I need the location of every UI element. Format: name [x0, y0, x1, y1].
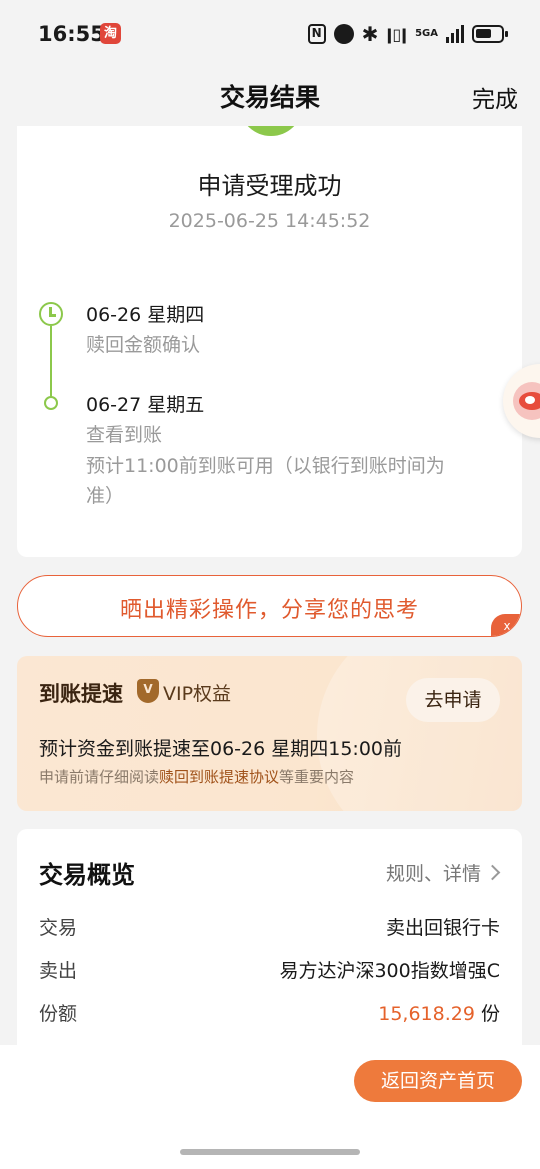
status-bar: 16:55 淘 N ✱ ǀ▯ǀ 5GA: [0, 0, 540, 68]
vibrate-icon: ǀ▯ǀ: [386, 24, 408, 44]
timeline-date-2: 06-27 星期五: [86, 394, 205, 416]
share-banner[interactable]: 晒出精彩操作，分享您的思考 x: [17, 575, 522, 637]
home-gesture-bar[interactable]: [180, 1149, 360, 1155]
row-key: 交易: [39, 917, 78, 939]
result-title: 申请受理成功: [197, 172, 342, 200]
overview-row: 交易 卖出回银行卡: [39, 913, 500, 941]
success-icon: [239, 126, 303, 136]
battery-icon: [472, 25, 508, 43]
status-icons: N ✱ ǀ▯ǀ 5GA: [307, 22, 508, 46]
timeline-label-1: 赎回金额确认: [86, 334, 201, 356]
done-button[interactable]: 完成: [472, 80, 518, 114]
chevron-right-icon: [484, 864, 501, 881]
bottom-bar: 返回资产首页: [0, 1045, 540, 1169]
network-type-label: 5GA: [415, 28, 438, 39]
timeline-date-1: 06-26 星期四: [86, 304, 205, 326]
vip-note-suffix: 等重要内容: [279, 768, 355, 786]
vip-note: 申请前请仔细阅读赎回到账提速协议等重要内容: [39, 766, 354, 787]
nfc-icon: N: [307, 24, 326, 44]
share-amount-number: 15,618.29: [378, 1003, 475, 1025]
page-title: 交易结果: [219, 83, 320, 112]
agreement-link[interactable]: 赎回到账提速协议: [159, 768, 279, 786]
rules-details-label: 规则、详情: [385, 863, 481, 885]
alarm-icon: [333, 24, 354, 44]
share-amount: 15,618.29 份: [378, 999, 500, 1026]
rules-details-link[interactable]: 规则、详情: [385, 859, 501, 886]
clock-icon: [39, 302, 63, 326]
overview-row: 卖出 易方达沪深300指数增强C: [39, 956, 500, 984]
timeline-dot: [44, 396, 58, 410]
close-icon[interactable]: x: [491, 614, 521, 636]
overview-title: 交易概览: [39, 861, 135, 889]
result-timestamp: 2025-06-25 14:45:52: [168, 210, 371, 232]
overview-row: 份额 15,618.29 份: [39, 999, 500, 1027]
fund-name: 易方达沪深300指数增强C: [279, 960, 500, 982]
return-home-button[interactable]: 返回资产首页: [354, 1060, 522, 1102]
share-banner-text: 晒出精彩操作，分享您的思考: [119, 598, 419, 623]
row-key: 卖出: [39, 960, 78, 982]
vip-shield-icon: [137, 679, 159, 703]
timeline-label-2: 查看到账: [86, 424, 163, 446]
weibo-icon: [513, 382, 540, 420]
status-time: 16:55: [38, 22, 105, 46]
timeline-note: 预计11:00前到账可用（以银行到账时间为准）: [86, 455, 445, 507]
overview-card: 交易概览 规则、详情 交易 卖出回银行卡 卖出 易方达沪深300指数增强C 份额…: [17, 829, 522, 1069]
vip-speedup-card: 到账提速 VIP权益 去申请 预计资金到账提速至06-26 星期四15:00前 …: [17, 656, 522, 811]
share-unit: 份: [480, 1003, 500, 1025]
vip-estimate: 预计资金到账提速至06-26 星期四15:00前: [39, 738, 403, 760]
vip-note-prefix: 申请前请仔细阅读: [39, 768, 160, 786]
bluetooth-icon: ✱: [361, 22, 379, 46]
apply-button[interactable]: 去申请: [406, 678, 500, 722]
vip-tag: VIP权益: [163, 683, 232, 705]
row-key: 份额: [39, 1003, 78, 1025]
signal-icon: [446, 25, 464, 43]
nav-bar: 交易结果 完成: [0, 68, 540, 126]
vip-title: 到账提速: [39, 682, 123, 706]
taobao-app-icon: 淘: [100, 23, 121, 44]
result-card: 申请受理成功 2025-06-25 14:45:52 06-26 星期四 赎回金…: [17, 126, 522, 557]
row-value: 卖出回银行卡: [385, 917, 500, 939]
timeline-line: [50, 326, 52, 400]
